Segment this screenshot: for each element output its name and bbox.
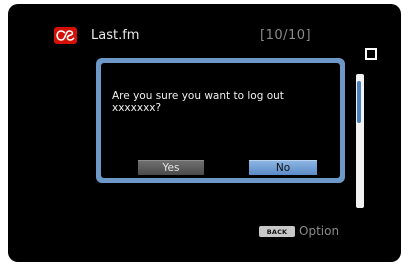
yes-button[interactable]: Yes	[138, 160, 204, 175]
scrollbar-thumb[interactable]	[357, 81, 361, 123]
app-title: Last.fm	[91, 28, 140, 43]
logout-confirm-dialog: Are you sure you want to log out xxxxxxx…	[96, 58, 345, 183]
no-button[interactable]: No	[249, 160, 317, 175]
tv-screen: Last.fm [10/10] Are you sure you want to…	[8, 4, 401, 262]
back-key-icon: BACK	[259, 226, 295, 237]
scrollbar[interactable]	[356, 74, 364, 208]
option-label: Option	[299, 224, 340, 238]
lastfm-logo-icon	[54, 27, 77, 44]
dialog-body: Are you sure you want to log out xxxxxxx…	[101, 63, 340, 178]
dialog-message: Are you sure you want to log out xxxxxxx…	[112, 90, 284, 114]
page-indicator: [10/10]	[260, 28, 312, 43]
scroll-position-marker	[365, 48, 377, 60]
